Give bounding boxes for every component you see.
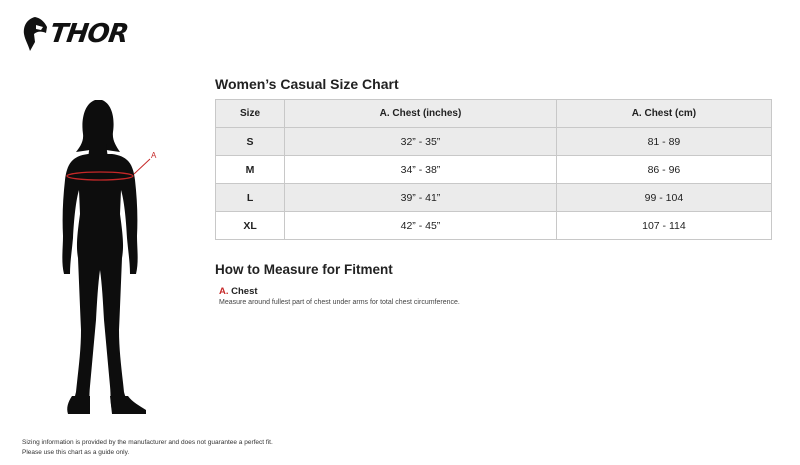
disclaimer-footnote: Sizing information is provided by the ma…: [22, 438, 273, 458]
brand-logo: THOR: [22, 16, 130, 52]
size-cell: M: [214, 155, 286, 184]
size-chart-title: Women’s Casual Size Chart: [215, 76, 399, 92]
measure-item-chest: A. Chest Measure around fullest part of …: [219, 286, 460, 306]
table-row: S 32” - 35” 81 - 89: [214, 127, 773, 156]
table-header-row: Size A. Chest (inches) A. Chest (cm): [214, 99, 773, 128]
table-row: XL 42” - 45” 107 - 114: [214, 211, 773, 240]
column-header-chest-inches: A. Chest (inches): [284, 99, 557, 128]
size-cell: L: [214, 183, 286, 212]
chest-marker-line: [133, 158, 151, 175]
size-cell: S: [214, 127, 286, 156]
measure-item-heading: A. Chest: [219, 286, 460, 297]
column-header-chest-cm: A. Chest (cm): [555, 99, 773, 128]
size-chart-table: Size A. Chest (inches) A. Chest (cm) S 3…: [214, 99, 773, 240]
disclaimer-line: Please use this chart as a guide only.: [22, 449, 130, 456]
measure-item-letter: A.: [219, 286, 229, 297]
brand-wordmark: THOR: [47, 19, 130, 49]
chest-cm-cell: 107 - 114: [555, 211, 773, 240]
size-cell: XL: [214, 211, 286, 240]
chest-inches-cell: 34” - 38”: [284, 155, 557, 184]
table-row: M 34” - 38” 86 - 96: [214, 155, 773, 184]
measure-section-title: How to Measure for Fitment: [215, 262, 393, 277]
thor-helmet-logo-icon: [23, 17, 47, 51]
disclaimer-line: Sizing information is provided by the ma…: [22, 439, 273, 446]
chest-marker-label: A: [151, 151, 157, 160]
measure-item-label: Chest: [231, 286, 258, 297]
chest-cm-cell: 81 - 89: [555, 127, 773, 156]
column-header-size: Size: [214, 99, 286, 128]
chest-inches-cell: 42” - 45”: [284, 211, 557, 240]
body-silhouette: A: [62, 100, 157, 414]
chest-cm-cell: 99 - 104: [555, 183, 773, 212]
chest-cm-cell: 86 - 96: [555, 155, 773, 184]
measure-item-description: Measure around fullest part of chest und…: [219, 299, 460, 306]
table-row: L 39” - 41” 99 - 104: [214, 183, 773, 212]
chest-inches-cell: 32” - 35”: [284, 127, 557, 156]
chest-inches-cell: 39” - 41”: [284, 183, 557, 212]
